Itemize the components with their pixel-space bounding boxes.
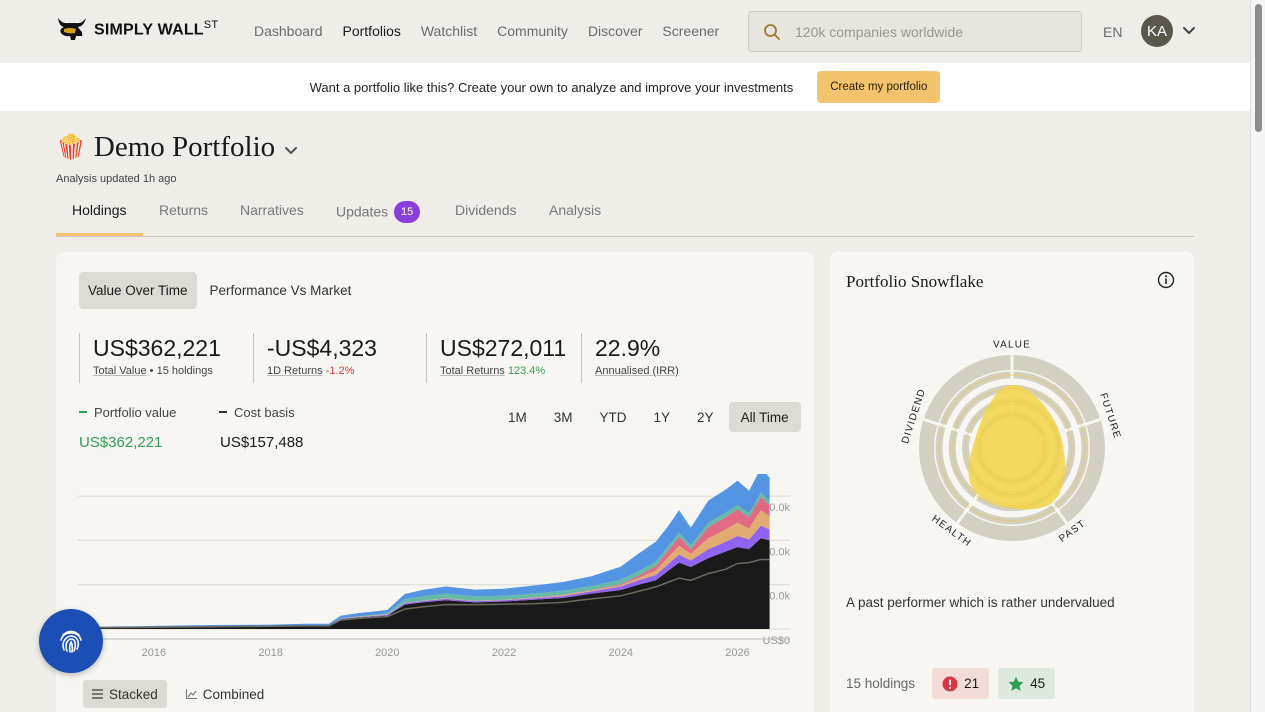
page-title[interactable]: Demo Portfolio bbox=[94, 131, 275, 164]
value-over-time-button[interactable]: Value Over Time bbox=[79, 272, 197, 309]
promo-banner: Want a portfolio like this? Create your … bbox=[0, 63, 1250, 111]
holdings-count: • 15 holdings bbox=[149, 365, 213, 377]
search-icon bbox=[764, 23, 780, 40]
x-tick-label: 2020 bbox=[375, 647, 399, 659]
tab-holdings[interactable]: Holdings bbox=[72, 202, 126, 218]
snowflake-description: A past performer which is rather underva… bbox=[846, 595, 1115, 610]
tab-analysis[interactable]: Analysis bbox=[549, 202, 601, 218]
search-box[interactable] bbox=[748, 11, 1082, 52]
range-ytd[interactable]: YTD bbox=[588, 402, 639, 432]
range-2y[interactable]: 2Y bbox=[685, 402, 726, 432]
snowflake-chart[interactable]: VALUEFUTUREPASTHEALTHDIVIDEND bbox=[900, 336, 1124, 560]
x-tick-label: 2022 bbox=[492, 647, 516, 659]
value-over-time-chart[interactable]: US$0US$100.0kUS$200.0kUS$300.0k201620182… bbox=[78, 474, 792, 674]
portfolio-header: 🍿 Demo Portfolio bbox=[56, 131, 299, 164]
info-icon[interactable] bbox=[1157, 271, 1175, 289]
stacked-icon bbox=[92, 689, 103, 699]
banner-text: Want a portfolio like this? Create your … bbox=[309, 79, 794, 95]
total-returns-label[interactable]: Total Returns bbox=[440, 365, 505, 377]
legend-portfolio-value: Portfolio value bbox=[79, 405, 176, 420]
performance-vs-market-button[interactable]: Performance Vs Market bbox=[201, 272, 361, 309]
y-tick-label: US$0 bbox=[762, 635, 790, 647]
user-avatar[interactable]: KA bbox=[1141, 15, 1173, 47]
fingerprint-icon bbox=[60, 630, 82, 653]
fingerprint-button[interactable] bbox=[39, 609, 103, 673]
x-tick-label: 2026 bbox=[725, 647, 749, 659]
main-nav: Dashboard Portfolios Watchlist Community… bbox=[254, 23, 719, 39]
active-tab-indicator bbox=[56, 233, 143, 236]
warnings-pill[interactable]: 21 bbox=[932, 668, 990, 699]
nav-community[interactable]: Community bbox=[497, 23, 568, 39]
nav-dashboard[interactable]: Dashboard bbox=[254, 23, 323, 39]
time-range-selector: 1M 3M YTD 1Y 2Y All Time bbox=[496, 402, 801, 432]
chart-mode-toggle: Stacked Combined bbox=[83, 680, 273, 708]
chevron-down-icon[interactable] bbox=[1182, 22, 1196, 40]
stat-total-value: US$362,221 Total Value • 15 holdings bbox=[79, 333, 253, 383]
value-over-time-card: Value Over Time Performance Vs Market US… bbox=[56, 252, 814, 712]
portfolio-snowflake-card: Portfolio Snowflake VALUE FUTURE PAST HEALT… bbox=[830, 252, 1194, 712]
stat-1d-returns: -US$4,323 1D Returns -1.2% bbox=[253, 333, 426, 383]
chart-view-toggle: Value Over Time Performance Vs Market bbox=[79, 272, 360, 309]
brand-logo[interactable]: SIMPLY WALLST bbox=[56, 14, 218, 44]
cost-basis-readout: US$157,488 bbox=[220, 434, 304, 451]
irr-label[interactable]: Annualised (IRR) bbox=[595, 365, 679, 377]
x-tick-label: 2018 bbox=[258, 647, 282, 659]
updates-count-badge: 15 bbox=[394, 201, 421, 223]
nav-watchlist[interactable]: Watchlist bbox=[421, 23, 477, 39]
tab-narratives[interactable]: Narratives bbox=[240, 202, 304, 218]
search-input[interactable] bbox=[795, 23, 1055, 40]
nav-portfolios[interactable]: Portfolios bbox=[343, 23, 401, 39]
range-3m[interactable]: 3M bbox=[542, 402, 585, 432]
x-tick-label: 2024 bbox=[609, 647, 633, 659]
1d-returns-label[interactable]: 1D Returns bbox=[267, 365, 323, 377]
top-navigation: SIMPLY WALLST Dashboard Portfolios Watch… bbox=[0, 0, 1250, 63]
total-returns-value: US$272,011 bbox=[440, 335, 567, 361]
analysis-updated: Analysis updated 1h ago bbox=[56, 173, 177, 185]
stacked-button[interactable]: Stacked bbox=[83, 680, 167, 708]
warning-icon bbox=[942, 676, 958, 691]
create-portfolio-button[interactable]: Create my portfolio bbox=[817, 71, 941, 103]
chevron-down-icon[interactable] bbox=[283, 142, 299, 158]
brand-name: SIMPLY WALLST bbox=[94, 18, 219, 39]
total-value: US$362,221 bbox=[93, 335, 221, 361]
rewards-pill[interactable]: 45 bbox=[998, 668, 1056, 699]
scrollbar-thumb[interactable] bbox=[1255, 4, 1262, 132]
nav-screener[interactable]: Screener bbox=[662, 23, 719, 39]
tab-returns[interactable]: Returns bbox=[159, 202, 208, 218]
snowflake-title: Portfolio Snowflake bbox=[846, 272, 984, 291]
range-1y[interactable]: 1Y bbox=[642, 402, 683, 432]
portfolio-tabs: Holdings Returns Narratives Updates 15 Di… bbox=[56, 196, 1194, 237]
star-icon bbox=[1008, 676, 1024, 691]
total-value-label[interactable]: Total Value bbox=[93, 365, 147, 377]
bull-icon bbox=[58, 18, 86, 40]
snowflake-footer: 15 holdings 21 45 bbox=[846, 668, 1056, 699]
irr-value: 22.9% bbox=[595, 335, 661, 361]
tab-dividends[interactable]: Dividends bbox=[455, 202, 516, 218]
popcorn-icon: 🍿 bbox=[56, 133, 86, 161]
range-1m[interactable]: 1M bbox=[496, 402, 539, 432]
stat-total-returns: US$272,011 Total Returns 123.4% bbox=[426, 333, 581, 383]
tab-updates[interactable]: Updates 15 bbox=[336, 201, 421, 224]
x-tick-label: 2016 bbox=[142, 647, 166, 659]
language-selector[interactable]: EN bbox=[1103, 24, 1122, 40]
snowflake-axis-label: VALUE bbox=[993, 340, 1031, 351]
line-chart-icon bbox=[185, 689, 197, 699]
tab-updates-label: Updates bbox=[336, 203, 389, 220]
portfolio-value-readout: US$362,221 bbox=[79, 434, 163, 451]
holdings-summary: 15 holdings bbox=[846, 676, 916, 691]
nav-discover[interactable]: Discover bbox=[588, 23, 642, 39]
portfolio-stats: US$362,221 Total Value • 15 holdings -US… bbox=[79, 333, 721, 383]
total-returns-change: 123.4% bbox=[507, 365, 546, 377]
page-scrollbar[interactable] bbox=[1250, 0, 1265, 712]
1d-returns-value: -US$4,323 bbox=[267, 335, 377, 361]
combined-button[interactable]: Combined bbox=[177, 680, 274, 708]
1d-returns-change: -1.2% bbox=[325, 365, 355, 377]
range-all-time[interactable]: All Time bbox=[728, 402, 801, 432]
stat-irr: 22.9% Annualised (IRR) bbox=[581, 333, 721, 383]
legend-cost-basis: Cost basis bbox=[219, 405, 295, 420]
